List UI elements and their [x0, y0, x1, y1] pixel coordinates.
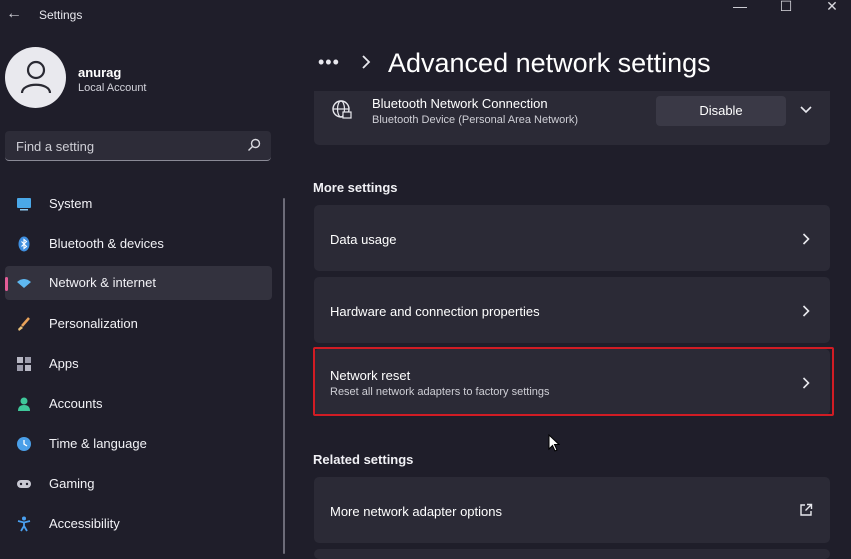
sidebar-item-label: Gaming [49, 476, 95, 491]
account-type: Local Account [78, 82, 147, 94]
more-adapter-options-row[interactable]: More network adapter options [314, 477, 830, 543]
person-icon [18, 397, 30, 411]
sidebar-scrollbar[interactable] [283, 198, 285, 554]
sidebar-item-label: Network & internet [49, 275, 156, 290]
gamepad-icon [17, 480, 31, 488]
highlight-box [313, 347, 834, 416]
accessibility-icon [17, 516, 31, 532]
title-bar: ← Settings — ☐ ✕ [0, 0, 851, 30]
data-usage-row[interactable]: Data usage [314, 205, 830, 271]
hardware-properties-row[interactable]: Hardware and connection properties [314, 277, 830, 343]
search-placeholder: Find a setting [16, 139, 95, 154]
disable-button[interactable]: Disable [656, 96, 786, 126]
minimize-button[interactable]: — [717, 0, 763, 14]
globe-clock-icon [17, 437, 31, 451]
search-input[interactable]: Find a setting [5, 131, 271, 161]
sidebar-item-label: Accounts [49, 396, 103, 411]
globe-network-icon [332, 100, 352, 119]
breadcrumb-overflow-button[interactable]: ••• [318, 52, 340, 73]
next-row-partial[interactable] [314, 549, 830, 559]
sidebar-item-label: Apps [49, 356, 79, 371]
sidebar-item-bluetooth[interactable]: Bluetooth & devices [5, 227, 272, 261]
adapter-description: Bluetooth Device (Personal Area Network) [372, 114, 579, 126]
sidebar-item-gaming[interactable]: Gaming [5, 467, 272, 501]
brush-icon [18, 317, 30, 331]
page-title: Advanced network settings [388, 48, 711, 78]
adapter-name: Bluetooth Network Connection [372, 96, 548, 111]
sidebar-item-label: System [49, 196, 93, 211]
sidebar-item-label: Time & language [49, 436, 147, 451]
sidebar-item-label: Bluetooth & devices [49, 236, 164, 251]
section-heading-more-settings: More settings [313, 180, 398, 195]
bluetooth-icon [18, 236, 30, 252]
close-button[interactable]: ✕ [809, 0, 851, 14]
section-heading-related-settings: Related settings [313, 452, 414, 467]
sidebar-item-accessibility[interactable]: Accessibility [5, 507, 272, 541]
search-icon[interactable] [247, 138, 261, 152]
maximize-button[interactable]: ☐ [763, 0, 809, 14]
chevron-right-icon [802, 305, 810, 317]
breadcrumb-chevron-icon [362, 55, 371, 69]
row-title: More network adapter options [330, 504, 502, 519]
sidebar-item-system[interactable]: System [5, 187, 272, 221]
sidebar-item-label: Personalization [49, 316, 138, 331]
adapter-card[interactable]: Bluetooth Network Connection Bluetooth D… [314, 91, 830, 145]
sidebar-item-apps[interactable]: Apps [5, 347, 272, 381]
back-arrow-icon[interactable]: ← [6, 4, 22, 24]
sidebar-item-label: Accessibility [49, 516, 120, 531]
account-name: anurag [78, 65, 122, 80]
app-title: Settings [39, 8, 83, 22]
chevron-right-icon [802, 233, 810, 245]
sidebar-item-time-language[interactable]: Time & language [5, 427, 272, 461]
selection-indicator [5, 277, 8, 291]
chevron-down-icon[interactable] [800, 106, 812, 114]
row-title: Data usage [330, 232, 397, 247]
sidebar-item-network[interactable]: Network & internet [5, 266, 272, 300]
sidebar-item-accounts[interactable]: Accounts [5, 387, 272, 421]
person-icon [20, 60, 52, 94]
system-icon [17, 198, 31, 211]
sidebar-item-personalization[interactable]: Personalization [5, 307, 272, 341]
wifi-icon [17, 279, 31, 288]
apps-icon [17, 357, 31, 371]
mouse-cursor-icon [548, 434, 560, 452]
row-title: Hardware and connection properties [330, 304, 540, 319]
external-link-icon [800, 503, 813, 516]
avatar[interactable] [5, 47, 66, 108]
